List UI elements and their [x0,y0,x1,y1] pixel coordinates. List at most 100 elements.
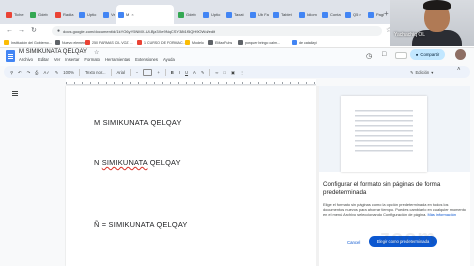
tab-label: Uptio [211,12,221,17]
underline-icon[interactable]: U [185,70,188,75]
ruler[interactable] [66,79,316,85]
text-color-icon[interactable]: A [193,70,196,75]
link-icon[interactable]: ∞ [215,70,218,75]
undo-icon[interactable]: ↶ [18,70,22,75]
bookmark-favicon-icon [185,40,190,45]
font-size-increase-icon[interactable]: + [157,70,159,75]
document-title[interactable]: M SIMIKUNATA QELQAY [19,49,87,55]
toolbar-divider [110,68,112,76]
document-line-3[interactable]: Ñ = SIMIKUNATA QELQAY [94,220,188,229]
menu-item[interactable]: Editar [38,57,49,62]
browser-tab[interactable]: Idiom [297,7,319,22]
browser-tab[interactable]: Conta [320,7,342,22]
bookmark-item[interactable]: de catalizyi [292,40,317,45]
avatar[interactable] [455,49,466,60]
back-arrow-icon[interactable]: ← [6,27,13,35]
bookmark-label: Institución del Gobierno... [11,40,52,45]
document-outline-icon[interactable] [12,91,18,96]
menu-item[interactable]: Extensiones [135,57,158,62]
browser-tab[interactable]: Gdeb [176,7,199,22]
star-icon[interactable]: ☆ [94,49,99,56]
bookmark-item[interactable]: Institución del Gobierno... [4,40,52,45]
bookmark-favicon-icon [4,40,9,45]
browser-tab[interactable]: Gdeb [28,7,51,22]
menu-item[interactable]: Ver [54,57,60,62]
document-page[interactable]: M SIMIKUNATA QELQAY N SIMIKUNATA QELQAY … [66,86,316,266]
paint-format-icon[interactable]: ✎ [55,70,59,75]
document-line-1[interactable]: M SIMIKUNATA QELQAY [94,118,182,127]
url-text[interactable]: docs.google.com/document/d/1kYO6yY5NMX-U… [63,29,215,34]
browser-tab[interactable]: Taxat [224,7,246,22]
browser-tab[interactable]: Uptio [201,7,223,22]
comment-icon[interactable]: □ [382,51,386,58]
bookmark-item[interactable]: 1 CURSO DE FORMAC... [137,40,186,45]
more-info-link[interactable]: Más información [427,212,456,217]
tab-favicon-icon [103,11,109,18]
tab-label: Gdeb [186,12,196,17]
reload-icon[interactable]: ↻ [31,27,37,35]
more-options-icon[interactable]: ⋮ [240,70,244,75]
browser-tab[interactable]: M × [116,5,174,24]
tab-label: Radia [63,12,74,17]
forward-arrow-icon[interactable]: → [18,27,25,35]
image-icon[interactable]: ▣ [231,70,235,75]
bold-icon[interactable]: B [171,70,174,75]
bookmark-favicon-icon [292,40,297,45]
font-size-decrease-icon[interactable]: − [136,70,138,75]
docs-logo-icon[interactable] [6,50,15,62]
print-icon[interactable]: ⎙ [35,70,38,75]
add-comment-icon[interactable]: □ [223,70,226,75]
font-size-box[interactable] [143,68,153,76]
cancel-button[interactable]: Cancel [343,237,364,248]
highlight-icon[interactable]: ✎ [201,70,205,75]
omnibox[interactable]: ● docs.google.com/document/d/1kYO6yY5NMX… [52,26,382,36]
bookmark-item[interactable]: 250 FARMAS CIL VOZ ... [85,40,133,45]
new-tab-button[interactable]: + [384,9,389,18]
browser-tab[interactable]: Tablet [271,7,295,22]
tab-favicon-icon [273,11,279,18]
menu-item[interactable]: Archivo [19,57,33,62]
browser-tab[interactable]: Q5 r [343,7,365,22]
search-icon[interactable]: ⚲ [10,70,13,75]
bookmark-favicon-icon [85,40,90,45]
menu-item[interactable]: Ayuda [163,57,175,62]
history-icon[interactable]: ◷ [366,52,372,60]
browser-tab[interactable]: Tiche [4,7,26,22]
browser-tab[interactable]: Pagin [366,7,384,22]
toolbar-divider [209,68,211,76]
share-button[interactable]: ● Compartir [410,49,445,60]
chevron-up-icon[interactable]: ˄ [457,67,461,73]
browser-tab[interactable]: Uptio [77,7,99,22]
font-select[interactable]: Arial [117,70,125,75]
bookmark-label: porquer bringo calm... [245,40,280,45]
browser-tab[interactable]: Ub Fa [248,7,270,22]
zoom-select[interactable]: 100% [63,70,74,75]
bookmark-item[interactable]: EMaxFuhs [208,40,232,45]
spellcheck-icon[interactable]: A✓ [43,70,49,75]
tab-favicon-icon [345,11,351,18]
pencil-icon: ✎ [410,69,414,75]
menu-item[interactable]: Herramientas [105,57,130,62]
bookmark-item[interactable]: Nuevo elemento [55,40,88,45]
zoom-watermark: zoom [380,227,437,249]
bookmark-item[interactable]: porquer bringo calm... [238,40,280,45]
editing-mode-select[interactable]: ✎ Edición ▾ [410,66,433,78]
style-select[interactable]: Texto nor... [85,70,105,75]
preview-page-illustration [341,96,427,172]
tab-favicon-icon [118,11,124,18]
tab-label: M [126,12,130,17]
menu-item[interactable]: Formato [84,57,100,62]
redo-icon[interactable]: ↷ [27,70,31,75]
browser-tab[interactable]: Ve [101,7,115,22]
tab-label: Pagin [376,12,384,17]
browser-tab[interactable]: Radia [53,7,75,22]
close-icon[interactable]: × [131,12,133,17]
bookmark-item[interactable]: Modelo [185,40,204,45]
document-line-2[interactable]: N SIMIKUNATA QELQAY [94,158,181,167]
italic-icon[interactable]: I [179,70,180,75]
tab-label: Idiom [307,12,317,17]
ruler-ticks [66,82,316,84]
meet-icon[interactable] [395,52,407,59]
menu-item[interactable]: Insertar [65,57,79,62]
tab-favicon-icon [178,11,184,18]
